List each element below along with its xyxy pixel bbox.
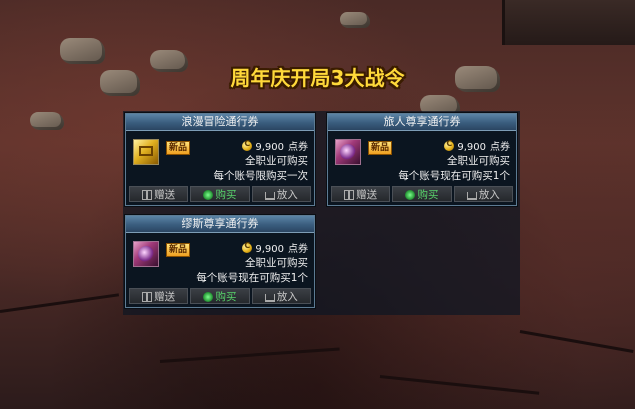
coin-icon: [242, 139, 253, 151]
buy-icon: [203, 292, 214, 302]
price-unit: 点券: [490, 142, 510, 153]
shop-panel: 浪漫冒险通行券 新品 9,900 点券 全职业可购买 每个账号限购买一次 赠送 购…: [123, 111, 520, 315]
buy-button[interactable]: 购买: [190, 186, 250, 202]
new-badge: 新品: [166, 141, 191, 155]
cart-icon: [466, 192, 477, 200]
coin-icon: [242, 241, 253, 253]
price-unit: 点券: [288, 244, 308, 255]
buy-button[interactable]: 购买: [392, 186, 452, 202]
purple-ticket-icon[interactable]: [335, 139, 361, 165]
background-crack: [379, 375, 540, 395]
price-value: 9,900: [457, 142, 486, 153]
add-to-cart-button[interactable]: 放入: [251, 186, 311, 202]
background-crack: [519, 330, 634, 353]
item-card: 浪漫冒险通行券 新品 9,900 点券 全职业可购买 每个账号限购买一次 赠送 购…: [125, 113, 315, 206]
price-value: 9,900: [255, 244, 284, 255]
add-to-cart-button[interactable]: 放入: [251, 288, 311, 304]
add-to-cart-button[interactable]: 放入: [453, 186, 513, 202]
item-class-restriction: 全职业可购买: [245, 155, 308, 167]
background-crack: [159, 347, 340, 363]
gift-button[interactable]: 赠送: [129, 186, 189, 202]
item-name: 浪漫冒险通行券: [126, 114, 314, 131]
item-price: 9,900 点券: [444, 138, 510, 153]
coin-icon: [444, 139, 455, 151]
buy-button-label: 购买: [215, 291, 237, 303]
item-card: 旅人尊享通行券 新品 9,900 点券 全职业可购买 每个账号现在可购买1个 赠送…: [327, 113, 517, 206]
item-name: 缪斯尊享通行券: [126, 216, 314, 233]
item-price: 9,900 点券: [242, 240, 308, 255]
price-value: 9,900: [255, 142, 284, 153]
add-to-cart-button-label: 放入: [276, 189, 298, 201]
background-rock: [60, 38, 105, 64]
add-to-cart-button-label: 放入: [478, 189, 500, 201]
buy-icon: [203, 190, 214, 200]
new-badge: 新品: [166, 243, 191, 257]
gift-button[interactable]: 赠送: [331, 186, 391, 202]
item-price: 9,900 点券: [242, 138, 308, 153]
background-crack: [0, 293, 120, 313]
cart-icon: [264, 294, 275, 302]
gift-button[interactable]: 赠送: [129, 288, 189, 304]
item-purchase-limit: 每个账号现在可购买1个: [398, 170, 510, 182]
background-rock: [340, 12, 370, 28]
add-to-cart-button-label: 放入: [276, 291, 298, 303]
cart-icon: [264, 192, 275, 200]
purple-ticket-icon[interactable]: [133, 241, 159, 267]
gift-icon: [142, 190, 153, 200]
buy-icon: [405, 190, 416, 200]
golden-ticket-icon[interactable]: [133, 139, 159, 165]
gift-button-label: 赠送: [356, 189, 378, 201]
item-name: 旅人尊享通行券: [328, 114, 516, 131]
buy-button[interactable]: 购买: [190, 288, 250, 304]
gift-button-label: 赠送: [154, 291, 176, 303]
page-title: 周年庆开局3大战令: [230, 66, 405, 90]
background-rock: [30, 112, 64, 130]
background-ruins-wall: [502, 0, 635, 45]
buy-button-label: 购买: [417, 189, 439, 201]
item-class-restriction: 全职业可购买: [447, 155, 510, 167]
price-unit: 点券: [288, 142, 308, 153]
gift-button-label: 赠送: [154, 189, 176, 201]
item-purchase-limit: 每个账号现在可购买1个: [196, 272, 308, 284]
gift-icon: [142, 292, 153, 302]
buy-button-label: 购买: [215, 189, 237, 201]
item-class-restriction: 全职业可购买: [245, 257, 308, 269]
new-badge: 新品: [368, 141, 393, 155]
item-card: 缪斯尊享通行券 新品 9,900 点券 全职业可购买 每个账号现在可购买1个 赠送…: [125, 215, 315, 308]
gift-icon: [344, 190, 355, 200]
item-purchase-limit: 每个账号限购买一次: [213, 170, 309, 182]
